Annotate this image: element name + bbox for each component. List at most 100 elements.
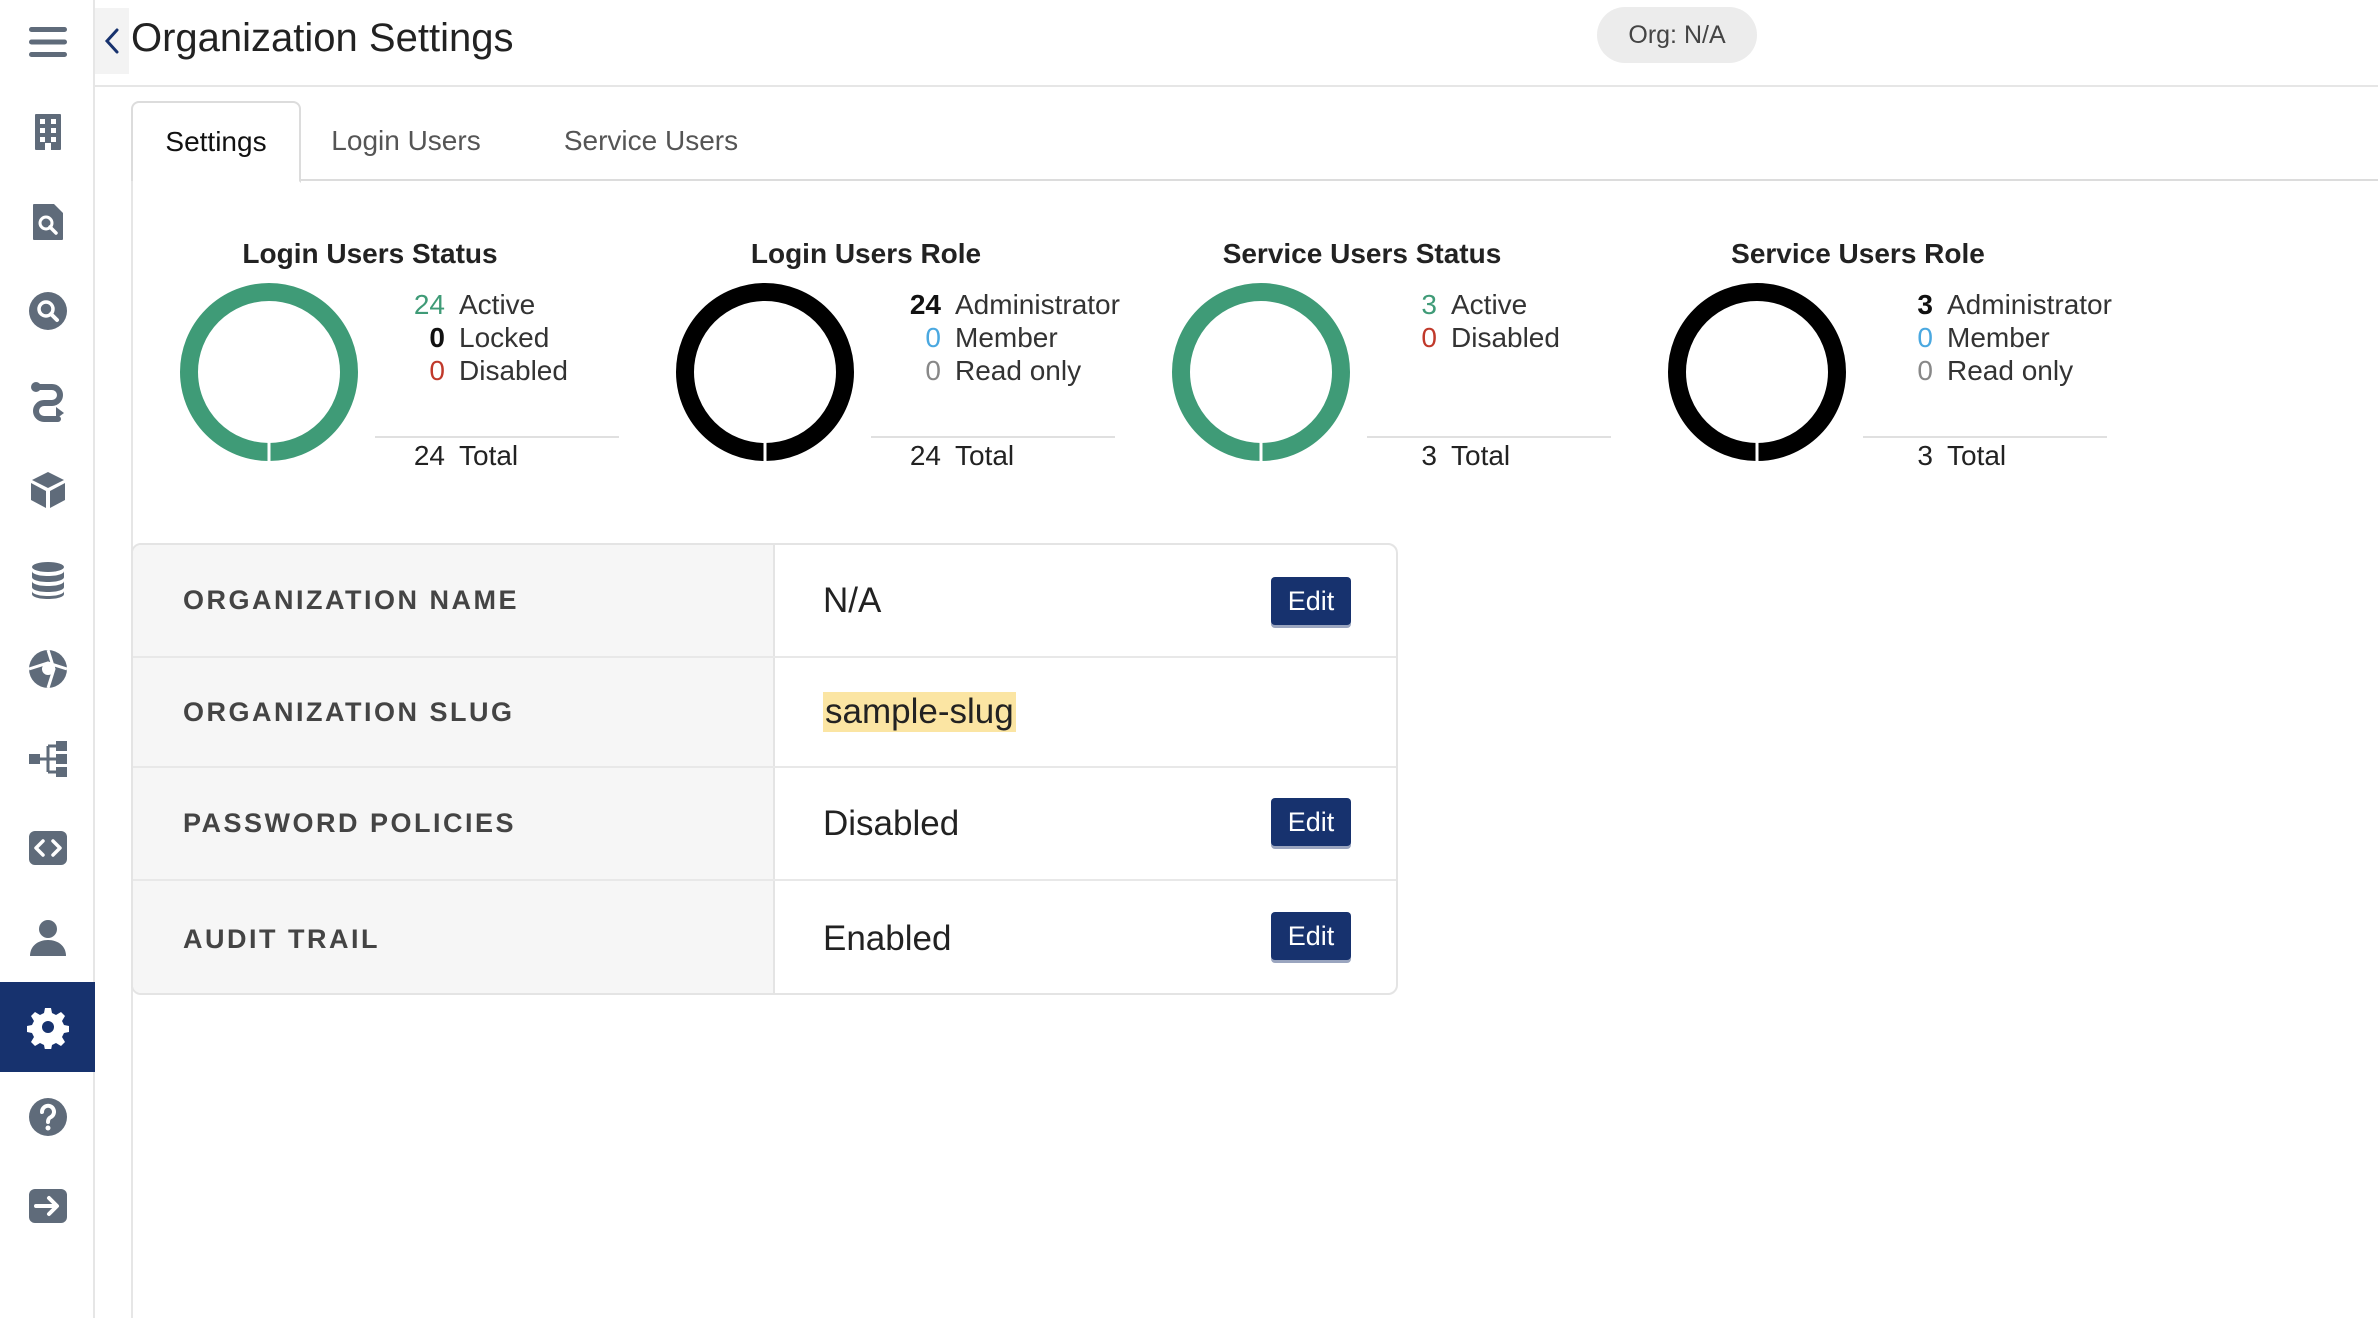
- settings-table: ORGANIZATION NAME N/A Edit ORGANIZATION …: [131, 543, 1398, 995]
- chevron-left-icon: [104, 28, 119, 54]
- stat-title: Login Users Status: [242, 238, 498, 269]
- legend: 24 Administrator 0 Member 0 Read only: [899, 288, 1120, 387]
- help-icon: [28, 1098, 67, 1136]
- row-value: sample-slug: [823, 658, 1016, 766]
- code-icon: [28, 831, 67, 865]
- legend: 3 Administrator 0 Member 0 Read only: [1891, 288, 2112, 387]
- sidebar-item-search[interactable]: [0, 266, 95, 356]
- stat-service-users-role: Service Users Role 3 Administrator 0 Membe…: [1623, 238, 2112, 478]
- stat-login-users-status: Login Users Status 24 Active 0 Locked 0 Dis…: [135, 238, 619, 478]
- stat-login-users-role: Login Users Role 24 Administrator 0 Member…: [631, 238, 1120, 478]
- row-label: AUDIT TRAIL: [133, 881, 775, 993]
- legend-row-disabled: 0 Disabled: [403, 354, 568, 387]
- legend: 3 Active 0 Disabled: [1395, 288, 1560, 354]
- document-search-icon: [32, 204, 63, 240]
- row-label: ORGANIZATION SLUG: [133, 658, 775, 766]
- search-icon: [28, 292, 67, 330]
- tabs-bar: Settings Login Users Service Users: [131, 101, 2378, 183]
- legend-value: 0: [429, 354, 445, 386]
- sidebar-item-pipelines[interactable]: [0, 356, 95, 446]
- edit-audit-trail-button[interactable]: Edit: [1271, 912, 1351, 960]
- sidebar-item-organizations[interactable]: [0, 87, 95, 177]
- sidebar-item-code[interactable]: [0, 803, 95, 893]
- database-icon: [31, 562, 64, 599]
- row-value: Enabled: [823, 919, 952, 958]
- sidebar: [0, 0, 95, 1318]
- settings-row-audit-trail: AUDIT TRAIL Enabled Edit: [133, 881, 1396, 993]
- gear-icon: [26, 1008, 69, 1049]
- sidebar-item-users[interactable]: [0, 893, 95, 983]
- sidebar-item-help[interactable]: [0, 1072, 95, 1162]
- user-icon: [29, 920, 66, 956]
- org-badge[interactable]: Org: N/A: [1597, 7, 1757, 63]
- total-value: 24: [909, 440, 941, 471]
- donut-chart: [676, 283, 854, 462]
- legend-label: Active: [1451, 288, 1528, 320]
- legend-row-read-only: 0 Read only: [1891, 354, 2112, 387]
- legend-row-locked: 0 Locked: [403, 321, 568, 354]
- back-button[interactable]: [95, 8, 129, 74]
- legend-row-administrator: 24 Administrator: [899, 288, 1120, 321]
- tab-service-users[interactable]: Service Users: [551, 101, 751, 181]
- legend-label: Disabled: [1451, 321, 1560, 353]
- settings-row-password-policies: PASSWORD POLICIES Disabled Edit: [133, 768, 1396, 881]
- legend-value: 3: [1421, 288, 1437, 320]
- legend-value: 0: [429, 321, 445, 353]
- hierarchy-icon: [28, 741, 67, 777]
- cube-icon: [30, 472, 65, 508]
- sidebar-item-settings[interactable]: [0, 982, 95, 1072]
- legend-label: Member: [1947, 321, 2050, 353]
- logout-icon: [28, 1189, 67, 1223]
- sidebar-item-hierarchy[interactable]: [0, 714, 95, 804]
- hamburger-menu-icon[interactable]: [0, 0, 95, 84]
- total-value: 3: [1917, 440, 1933, 471]
- sidebar-item-document-search[interactable]: [0, 177, 95, 267]
- tab-settings[interactable]: Settings: [131, 101, 301, 183]
- legend-value: 24: [909, 288, 941, 320]
- legend-row-disabled: 0 Disabled: [1395, 321, 1560, 354]
- tab-login-users[interactable]: Login Users: [321, 101, 491, 181]
- legend-label: Administrator: [955, 288, 1120, 320]
- legend-row-read-only: 0 Read only: [899, 354, 1120, 387]
- donut-chart: [1172, 283, 1350, 462]
- stat-service-users-status: Service Users Status 3 Active 0 Disabled 3…: [1127, 238, 1611, 478]
- legend-total: 24 Total: [403, 438, 518, 474]
- building-icon: [34, 114, 61, 150]
- sidebar-item-databases[interactable]: [0, 535, 95, 625]
- edit-organization-name-button[interactable]: Edit: [1271, 577, 1351, 625]
- sidebar-item-packages[interactable]: [0, 445, 95, 535]
- legend: 24 Active 0 Locked 0 Disabled: [403, 288, 568, 387]
- slug-value: sample-slug: [823, 692, 1016, 732]
- legend-row-member: 0 Member: [899, 321, 1120, 354]
- total-label: Total: [1947, 440, 2007, 471]
- legend-value: 0: [925, 354, 941, 386]
- legend-label: Active: [459, 288, 536, 320]
- donut-chart: [180, 283, 358, 462]
- row-value: N/A: [823, 580, 882, 620]
- legend-label: Locked: [459, 321, 550, 353]
- sidebar-item-aperture[interactable]: [0, 624, 95, 714]
- pipeline-icon: [30, 382, 64, 422]
- page-title: Organization Settings: [131, 16, 514, 60]
- settings-row-organization-name: ORGANIZATION NAME N/A Edit: [133, 545, 1396, 658]
- legend-label: Read only: [955, 354, 1082, 386]
- total-label: Total: [955, 440, 1015, 471]
- legend-value: 0: [1917, 321, 1933, 353]
- legend-row-administrator: 3 Administrator: [1891, 288, 2112, 321]
- total-label: Total: [459, 440, 519, 471]
- settings-row-organization-slug: ORGANIZATION SLUG sample-slug: [133, 658, 1396, 768]
- total-value: 3: [1421, 440, 1437, 471]
- legend-value: 24: [413, 288, 445, 320]
- legend-value: 0: [1917, 354, 1933, 386]
- app-root: Organization Settings Org: N/A Settings …: [0, 0, 2378, 1318]
- legend-total: 3 Total: [1891, 438, 2006, 474]
- legend-total: 24 Total: [899, 438, 1014, 474]
- total-value: 24: [413, 440, 445, 471]
- sidebar-item-logout[interactable]: [0, 1161, 95, 1251]
- legend-row-active: 24 Active: [403, 288, 568, 321]
- stat-title: Login Users Role: [750, 238, 982, 269]
- aperture-icon: [28, 649, 67, 689]
- edit-password-policies-button[interactable]: Edit: [1271, 798, 1351, 846]
- legend-label: Disabled: [459, 354, 568, 386]
- header: Organization Settings Org: N/A: [95, 0, 2378, 87]
